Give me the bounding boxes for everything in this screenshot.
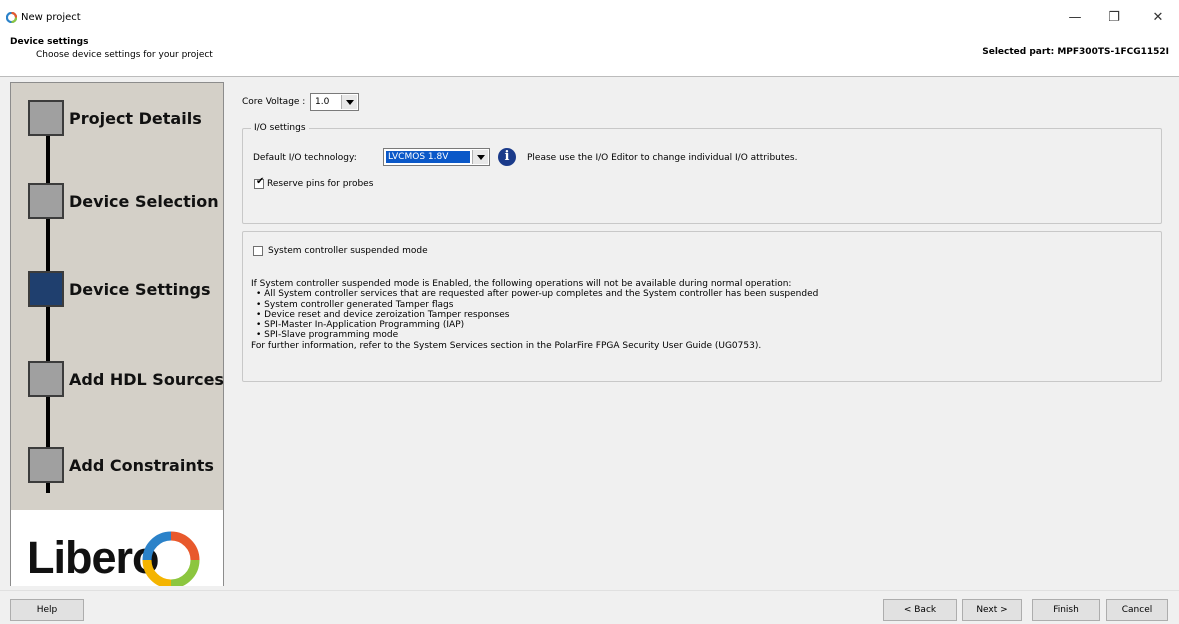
window-title: New project [21, 12, 81, 23]
footer-divider [0, 590, 1179, 591]
step-indicator [28, 100, 64, 136]
suspended-mode-checkbox[interactable] [253, 246, 263, 256]
help-button[interactable]: Help [10, 599, 84, 621]
suspended-mode-label: System controller suspended mode [268, 246, 428, 256]
step-label: Project Details [69, 109, 202, 128]
step-label: Device Selection [69, 192, 219, 211]
suspended-mode-description: If System controller suspended mode is E… [251, 279, 1151, 351]
finish-button[interactable]: Finish [1032, 599, 1100, 621]
io-settings-group: I/O settings Default I/O technology: LVC… [242, 123, 1162, 224]
core-voltage-select[interactable]: 1.0 [310, 93, 359, 111]
io-editor-hint: Please use the I/O Editor to change indi… [527, 153, 798, 163]
close-button[interactable]: ✕ [1140, 4, 1176, 32]
description-footer: For further information, refer to the Sy… [251, 340, 762, 351]
libero-app-icon [6, 12, 17, 23]
default-io-select[interactable]: LVCMOS 1.8V [383, 148, 490, 166]
wizard-header: Device settings Choose device settings f… [0, 34, 1179, 77]
io-settings-legend: I/O settings [251, 123, 309, 133]
title-bar: New project — ❐ ✕ [0, 0, 1179, 34]
bullet-text: All System controller services that are … [264, 289, 819, 300]
core-voltage-label: Core Voltage : [242, 97, 306, 107]
description-bullet: • SPI-Master In-Application Programming … [256, 320, 465, 331]
step-label: Add Constraints [69, 456, 214, 475]
step-add-hdl-sources: Add HDL Sources [28, 361, 233, 401]
minimize-button[interactable]: — [1057, 4, 1093, 32]
step-indicator [28, 447, 64, 483]
step-indicator [28, 361, 64, 397]
page-title: Device settings [10, 37, 89, 47]
chevron-down-icon[interactable] [341, 95, 357, 109]
bullet-text: System controller generated Tamper flags [264, 299, 454, 310]
selected-part-label: Selected part: MPF300TS-1FCG1152I [982, 47, 1169, 57]
step-add-constraints: Add Constraints [28, 447, 233, 487]
bullet-text: SPI-Slave programming mode [264, 330, 399, 341]
description-bullet: • All System controller services that ar… [256, 289, 819, 300]
description-bullet: • Device reset and device zeroization Ta… [256, 309, 510, 320]
step-indicator [28, 183, 64, 219]
default-io-selection: LVCMOS 1.8V [385, 150, 471, 164]
bullet-text: SPI-Master In-Application Programming (I… [264, 320, 465, 331]
description-bullet: • SPI-Slave programming mode [256, 330, 399, 341]
description-intro: If System controller suspended mode is E… [251, 279, 792, 289]
next-button[interactable]: Next > [962, 599, 1022, 621]
step-label: Device Settings [69, 280, 211, 299]
checkmark-icon: ✔ [256, 176, 265, 187]
wizard-steps-panel: Project Details Device Selection Device … [10, 82, 224, 511]
device-settings-content: Core Voltage : 1.0 I/O settings Default … [242, 82, 1167, 542]
libero-logo: Libero [10, 510, 224, 586]
bullet-text: Device reset and device zeroization Tamp… [264, 309, 510, 320]
cancel-button[interactable]: Cancel [1106, 599, 1168, 621]
chevron-down-icon[interactable] [472, 150, 488, 164]
step-project-details: Project Details [28, 100, 233, 140]
core-voltage-value: 1.0 [315, 97, 330, 107]
page-subtitle: Choose device settings for your project [36, 50, 213, 60]
step-indicator-active [28, 271, 64, 307]
restore-button[interactable]: ❐ [1096, 4, 1132, 32]
system-controller-group: System controller suspended mode If Syst… [242, 231, 1162, 382]
step-label: Add HDL Sources [69, 370, 224, 389]
description-bullet: • System controller generated Tamper fla… [256, 299, 454, 310]
info-icon: i [498, 148, 516, 166]
default-io-value: LVCMOS 1.8V [388, 152, 449, 162]
reserve-pins-label: Reserve pins for probes [267, 179, 374, 189]
default-io-label: Default I/O technology: [253, 153, 357, 163]
step-device-selection: Device Selection [28, 183, 233, 223]
logo-swirl-icon [142, 531, 200, 586]
back-button[interactable]: < Back [883, 599, 957, 621]
step-device-settings: Device Settings [28, 271, 233, 311]
reserve-pins-checkbox[interactable]: ✔ [254, 176, 265, 189]
